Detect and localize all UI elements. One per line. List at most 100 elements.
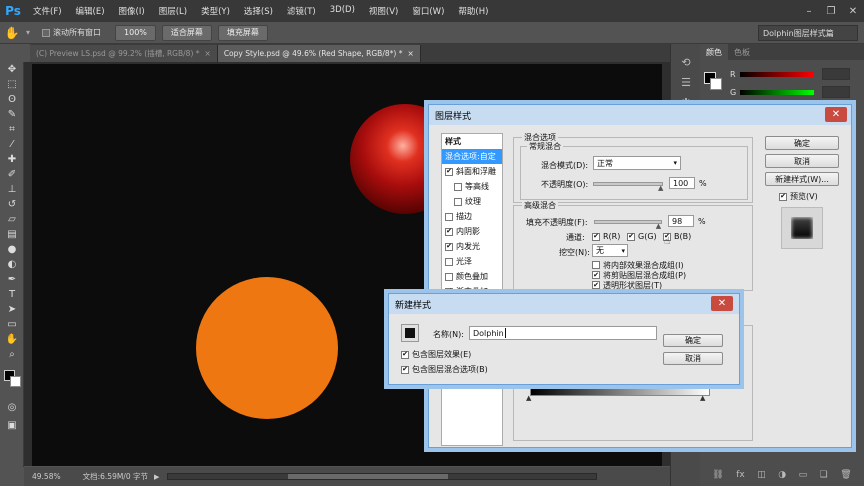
path-select-tool-icon[interactable]: ➤ — [0, 302, 24, 317]
style-list-item[interactable]: 光泽 — [442, 254, 502, 269]
pen-tool-icon[interactable]: ✒ — [0, 272, 24, 287]
dialog-title-bar[interactable]: 新建样式 ✕ — [389, 294, 739, 314]
checkbox[interactable] — [445, 242, 453, 251]
zoom-tool-icon[interactable]: ⌕ — [0, 347, 24, 362]
checkbox[interactable] — [627, 232, 635, 241]
status-menu-arrow-icon[interactable]: ▶ — [154, 473, 159, 481]
quick-mask-icon[interactable]: ◎ — [0, 400, 24, 415]
menu-item[interactable]: 帮助(H) — [451, 5, 495, 17]
style-list-item[interactable]: 内阴影 — [442, 224, 502, 239]
fit-screen-button[interactable]: 适合屏幕 — [161, 24, 212, 41]
channel-r-checkbox[interactable]: R(R) — [592, 232, 620, 241]
hand-tool-icon[interactable]: ✋ — [0, 332, 24, 347]
layer-comps-icon[interactable]: ☰ — [671, 72, 701, 92]
checkbox[interactable] — [401, 365, 409, 374]
cancel-button[interactable]: 取消 — [663, 352, 723, 365]
advanced-option[interactable]: 将剪贴图层混合成组(P) — [592, 270, 752, 280]
scroll-all-checkbox[interactable] — [42, 28, 51, 37]
cancel-button[interactable]: 取消 — [765, 154, 839, 168]
checkbox[interactable] — [592, 271, 600, 279]
menu-item[interactable]: 滤镜(T) — [280, 5, 323, 17]
scrollbar-thumb[interactable] — [288, 474, 449, 479]
checkbox[interactable] — [445, 257, 453, 266]
menu-item[interactable]: 3D(D) — [323, 5, 362, 17]
style-list-item[interactable]: 内发光 — [442, 239, 502, 254]
checkbox[interactable] — [445, 167, 453, 176]
slider-thumb-icon[interactable]: ▲ — [658, 184, 663, 192]
lasso-tool-icon[interactable]: ʘ — [0, 92, 24, 107]
slider-thumb-icon[interactable]: ▲ — [656, 222, 661, 230]
close-icon[interactable]: ✕ — [711, 296, 733, 311]
include-blend-checkbox[interactable]: 包含图层混合选项(B) — [401, 364, 488, 375]
channel-g-checkbox[interactable]: G(G) — [627, 232, 657, 241]
background-color-swatch[interactable] — [10, 376, 21, 387]
crop-tool-icon[interactable]: ⌗ — [0, 122, 24, 137]
delete-layer-icon[interactable]: 🗑 — [840, 470, 851, 480]
eraser-tool-icon[interactable]: ▱ — [0, 212, 24, 227]
close-icon[interactable]: ✕ — [825, 107, 847, 122]
style-list-item[interactable]: 描边 — [442, 209, 502, 224]
hand-tool-icon[interactable]: ✋ — [0, 22, 24, 44]
fill-screen-button[interactable]: 填充屏幕 — [217, 24, 268, 41]
style-list-item[interactable]: 纹理 — [442, 194, 502, 209]
advanced-option[interactable]: 将内部效果混合成组(I) — [592, 260, 752, 270]
clone-stamp-tool-icon[interactable]: ⊥ — [0, 182, 24, 197]
checkbox[interactable] — [592, 232, 600, 241]
checkbox[interactable] — [454, 182, 462, 191]
style-list-item[interactable]: 等高线 — [442, 179, 502, 194]
menu-item[interactable]: 图像(I) — [112, 5, 152, 17]
zoom-100-button[interactable]: 100% — [115, 24, 156, 41]
menu-item[interactable]: 图层(L) — [152, 5, 194, 17]
advanced-option[interactable]: 透明形状图层(T) — [592, 280, 752, 290]
restore-icon[interactable]: ❐ — [820, 0, 842, 22]
menu-item[interactable]: 类型(Y) — [194, 5, 237, 17]
tab-close-icon[interactable]: × — [205, 49, 211, 58]
menu-item[interactable]: 选择(S) — [237, 5, 280, 17]
tab-swatches[interactable]: 色板 — [728, 44, 756, 60]
shape-tool-icon[interactable]: ▭ — [0, 317, 24, 332]
group-icon[interactable]: ▭ — [799, 470, 808, 480]
slider-thumb-icon[interactable]: ▲ — [526, 394, 531, 402]
menu-item[interactable]: 编辑(E) — [69, 5, 112, 17]
minimize-icon[interactable]: – — [798, 0, 820, 22]
checkbox[interactable] — [592, 281, 600, 289]
menu-item[interactable]: 视图(V) — [362, 5, 405, 17]
brush-tool-icon[interactable]: ✐ — [0, 167, 24, 182]
ok-button[interactable]: 确定 — [765, 136, 839, 150]
g-slider[interactable] — [740, 90, 814, 95]
g-value-field[interactable] — [822, 86, 850, 98]
adjustment-icon[interactable]: ◑ — [778, 470, 786, 480]
move-tool-icon[interactable]: ✥ — [0, 62, 24, 77]
screen-mode-icon[interactable]: ▣ — [0, 418, 24, 433]
healing-brush-tool-icon[interactable]: ✚ — [0, 152, 24, 167]
name-input[interactable]: Dolphin — [469, 326, 657, 340]
workspace-switcher[interactable]: Dolphin图层样式篇 — [758, 25, 858, 41]
checkbox[interactable] — [454, 197, 462, 206]
tab-preview-ls[interactable]: (C) Preview LS.psd @ 99.2% (插槽, RGB/8) *… — [30, 45, 218, 62]
menu-item[interactable]: 窗口(W) — [405, 5, 451, 17]
slider-thumb-icon[interactable]: ▲ — [700, 394, 705, 402]
new-style-button[interactable]: 新建样式(W)... — [765, 172, 839, 186]
style-list-item[interactable]: 颜色叠加 — [442, 269, 502, 284]
checkbox[interactable] — [445, 212, 453, 221]
tab-copy-style[interactable]: Copy Style.psd @ 49.6% (Red Shape, RGB/8… — [217, 45, 421, 62]
checkbox[interactable] — [401, 350, 409, 359]
checkbox[interactable] — [592, 261, 600, 269]
fill-opacity-field[interactable]: 98 — [668, 215, 694, 227]
preview-checkbox[interactable]: 预览(V) — [779, 191, 818, 202]
checkbox[interactable] — [445, 272, 453, 281]
style-list-item[interactable]: 斜面和浮雕 — [442, 164, 502, 179]
type-tool-icon[interactable]: T — [0, 287, 24, 302]
dodge-tool-icon[interactable]: ◐ — [0, 257, 24, 272]
horizontal-scrollbar[interactable] — [167, 473, 598, 480]
checkbox[interactable] — [445, 227, 453, 236]
style-list-item[interactable]: 混合选项:自定 — [442, 149, 502, 164]
dialog-title-bar[interactable]: 图层样式 ✕ — [429, 105, 851, 125]
opacity-field[interactable]: 100 — [669, 177, 695, 189]
scroll-all-windows-option[interactable]: 滚动所有窗口 — [42, 27, 101, 38]
blend-mode-select[interactable]: 正常 ▾ — [593, 156, 681, 170]
history-brush-tool-icon[interactable]: ↺ — [0, 197, 24, 212]
include-effects-checkbox[interactable]: 包含图层效果(E) — [401, 349, 471, 360]
checkbox[interactable] — [779, 192, 787, 201]
eyedropper-tool-icon[interactable]: ⁄ — [0, 137, 24, 152]
